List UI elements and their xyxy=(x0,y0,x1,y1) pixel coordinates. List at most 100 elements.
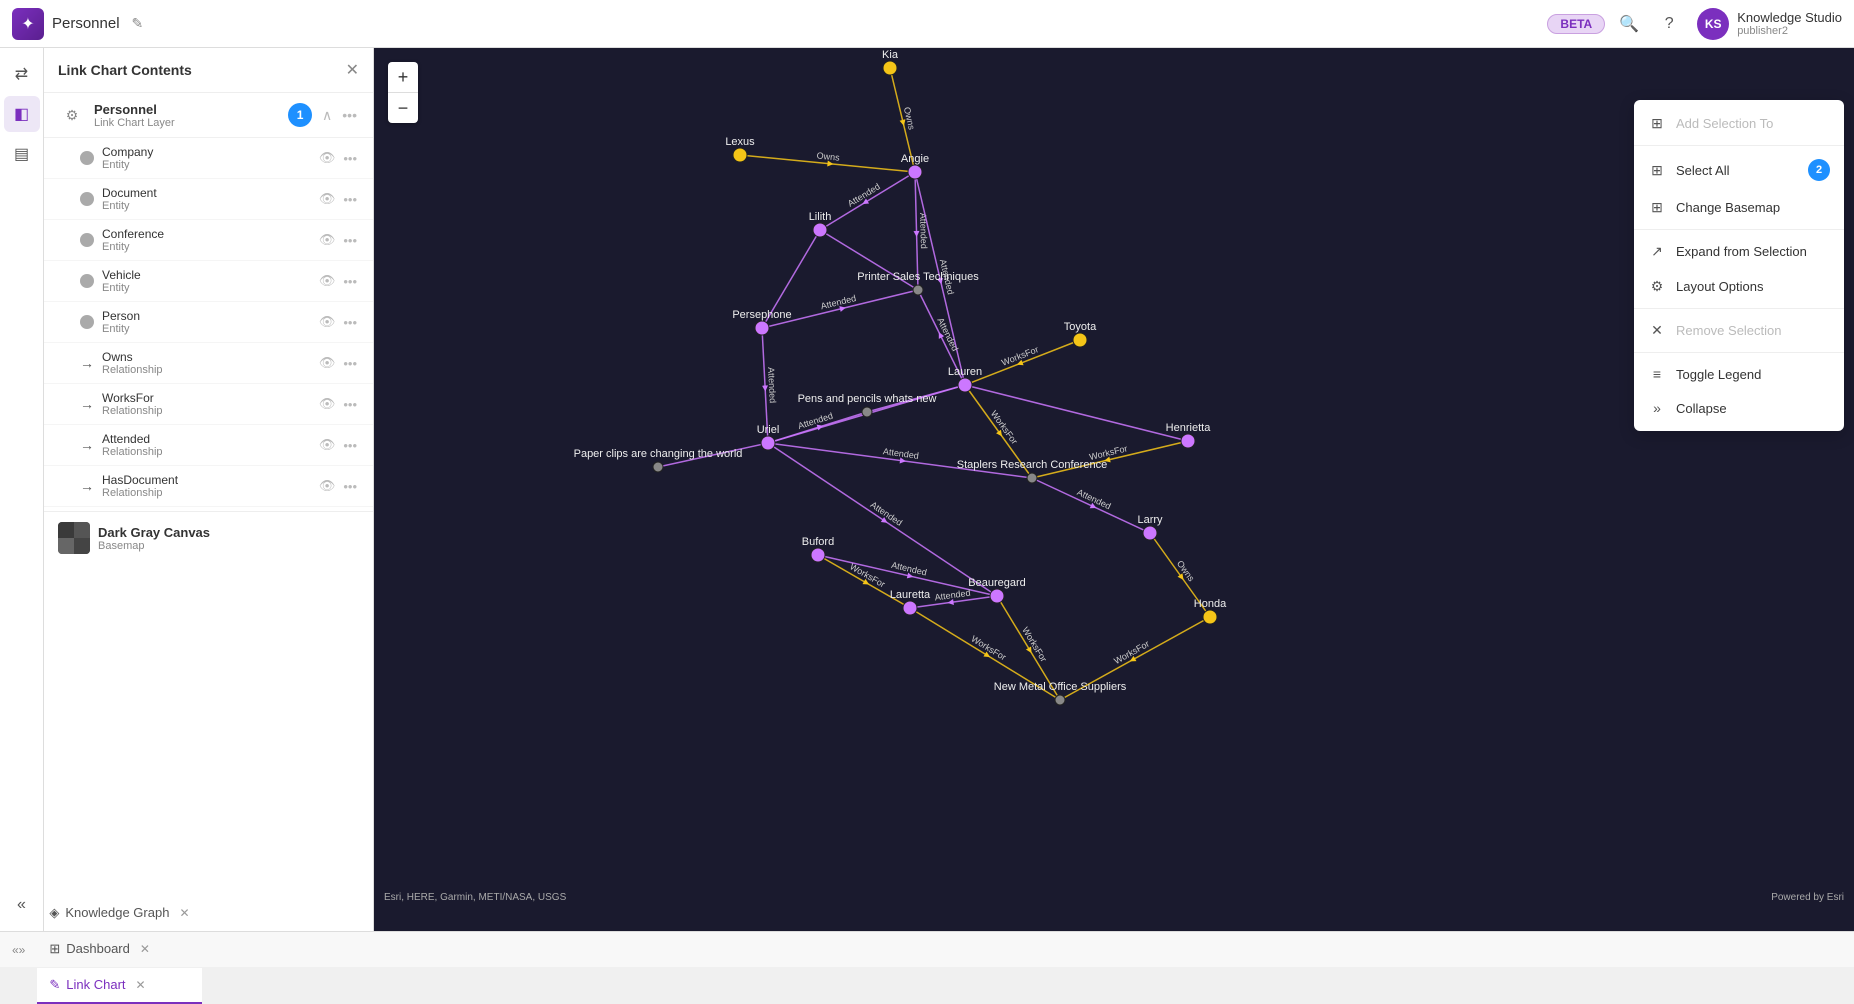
entity-dot-icon xyxy=(80,315,94,329)
menu-item-label: Change Basemap xyxy=(1676,200,1780,215)
entity-visibility-button[interactable]: 👁 xyxy=(317,394,338,414)
zoom-out-button[interactable]: − xyxy=(388,93,418,123)
entity-more-button[interactable]: ••• xyxy=(341,272,359,291)
user-menu[interactable]: KS Knowledge Studio publisher2 xyxy=(1697,8,1842,40)
svg-text:Larry: Larry xyxy=(1137,514,1163,526)
menu-item-remove-selection: ✕ Remove Selection xyxy=(1634,313,1844,348)
search-button[interactable]: 🔍 xyxy=(1613,8,1645,40)
entity-visibility-button[interactable]: 👁 xyxy=(317,435,338,455)
entity-arrow-icon: → xyxy=(80,358,94,368)
map-attribution: Esri, HERE, Garmin, METI/NASA, USGS xyxy=(384,892,566,903)
svg-text:Lauren: Lauren xyxy=(948,366,982,378)
link-chart-canvas: OwnsOwnsAttendedAttendedAttendedAttended… xyxy=(374,48,1854,931)
menu-item-expand-from-selection[interactable]: ↗ Expand from Selection xyxy=(1634,234,1844,269)
tab-close-button[interactable]: ✕ xyxy=(179,906,189,920)
entity-visibility-button[interactable]: 👁 xyxy=(317,271,338,291)
entity-item-hasdocument[interactable]: → HasDocument Relationship 👁 ••• xyxy=(44,466,373,507)
help-button[interactable]: ? xyxy=(1653,8,1685,40)
entity-visibility-button[interactable]: 👁 xyxy=(317,353,338,373)
entity-item-company[interactable]: Company Entity 👁 ••• xyxy=(44,138,373,179)
layer-name: Personnel xyxy=(94,102,280,117)
entity-more-button[interactable]: ••• xyxy=(341,190,359,209)
tab-close-button[interactable]: ✕ xyxy=(140,942,150,956)
entity-more-button[interactable]: ••• xyxy=(341,313,359,332)
entity-item-conference[interactable]: Conference Entity 👁 ••• xyxy=(44,220,373,261)
iconbar-table-button[interactable]: ▤ xyxy=(4,136,40,172)
tabs-expand-button[interactable]: «» xyxy=(8,939,29,961)
svg-text:Henrietta: Henrietta xyxy=(1166,422,1212,434)
zoom-in-button[interactable]: + xyxy=(388,62,418,92)
menu-item-layout-options[interactable]: ⚙ Layout Options xyxy=(1634,269,1844,304)
tab-label: Dashboard xyxy=(66,941,130,956)
menu-item-change-basemap[interactable]: ⊞ Change Basemap xyxy=(1634,190,1844,225)
basemap-name: Dark Gray Canvas xyxy=(98,525,359,540)
layer-more-button[interactable]: ••• xyxy=(340,105,359,125)
tab-dashboard[interactable]: ⊞ Dashboard ✕ xyxy=(37,932,201,968)
iconbar-layers-button[interactable]: ◧ xyxy=(4,96,40,132)
entity-item-owns[interactable]: → Owns Relationship 👁 ••• xyxy=(44,343,373,384)
layer-sub: Link Chart Layer xyxy=(94,117,280,129)
svg-text:Lexus: Lexus xyxy=(725,136,755,148)
edit-title-icon[interactable]: ✎ xyxy=(132,15,144,32)
icon-bar: ⇄ ◧ ▤ « xyxy=(0,48,44,931)
entity-item-attended[interactable]: → Attended Relationship 👁 ••• xyxy=(44,425,373,466)
sidebar-header: Link Chart Contents ✕ xyxy=(44,48,373,93)
svg-text:Angie: Angie xyxy=(901,153,929,165)
layer-collapse-button[interactable]: ∧ xyxy=(320,105,334,126)
entity-visibility-button[interactable]: 👁 xyxy=(317,230,338,250)
entity-visibility-button[interactable]: 👁 xyxy=(317,312,338,332)
iconbar-swap-button[interactable]: ⇄ xyxy=(4,56,40,92)
entity-item-worksfor[interactable]: → WorksFor Relationship 👁 ••• xyxy=(44,384,373,425)
sidebar-close-button[interactable]: ✕ xyxy=(346,60,359,80)
menu-item-icon: ✕ xyxy=(1648,322,1666,339)
entity-visibility-button[interactable]: 👁 xyxy=(317,189,338,209)
layer-icon: ⚙ xyxy=(58,101,86,129)
tabs-container: ◈ Knowledge Graph ✕ ⊞ Dashboard ✕ ✎ Link… xyxy=(37,896,201,1004)
menu-item-toggle-legend[interactable]: ≡ Toggle Legend xyxy=(1634,357,1844,391)
layer-item-personnel[interactable]: ⚙ Personnel Link Chart Layer 1 ∧ ••• xyxy=(44,93,373,138)
menu-item-label: Add Selection To xyxy=(1676,116,1773,131)
basemap-item: Dark Gray Canvas Basemap xyxy=(44,511,373,564)
tab-icon: ◈ xyxy=(49,905,59,921)
iconbar-collapse-button[interactable]: « xyxy=(4,887,40,923)
basemap-thumbnail xyxy=(58,522,90,554)
tab-link-chart[interactable]: ✎ Link Chart ✕ xyxy=(37,968,201,1004)
menu-item-label: Toggle Legend xyxy=(1676,367,1761,382)
svg-text:New Metal Office Suppliers: New Metal Office Suppliers xyxy=(994,681,1127,693)
svg-text:Owns: Owns xyxy=(1175,559,1197,584)
menu-divider xyxy=(1634,145,1844,146)
svg-text:Honda: Honda xyxy=(1194,598,1227,610)
menu-badge: 2 xyxy=(1808,159,1830,181)
entity-more-button[interactable]: ••• xyxy=(341,354,359,373)
menu-item-add-selection-to: ⊞ Add Selection To xyxy=(1634,106,1844,141)
entity-dot-icon xyxy=(80,151,94,165)
entity-more-button[interactable]: ••• xyxy=(341,149,359,168)
svg-text:Buford: Buford xyxy=(802,536,834,548)
tab-close-button[interactable]: ✕ xyxy=(136,978,146,992)
entity-more-button[interactable]: ••• xyxy=(341,477,359,496)
app-title: Personnel xyxy=(52,15,120,32)
menu-item-collapse[interactable]: » Collapse xyxy=(1634,391,1844,425)
entity-visibility-button[interactable]: 👁 xyxy=(317,148,338,168)
svg-text:Uriel: Uriel xyxy=(757,424,780,436)
menu-item-select-all[interactable]: ⊞ Select All 2 xyxy=(1634,150,1844,190)
topbar: ✦ Personnel ✎ BETA 🔍 ? KS Knowledge Stud… xyxy=(0,0,1854,48)
sidebar-title: Link Chart Contents xyxy=(58,62,346,78)
tab-knowledge-graph[interactable]: ◈ Knowledge Graph ✕ xyxy=(37,896,201,932)
menu-item-icon: ≡ xyxy=(1648,366,1666,382)
entity-dot-icon xyxy=(80,233,94,247)
tab-label: Knowledge Graph xyxy=(65,905,169,920)
basemap-sub: Basemap xyxy=(98,540,359,552)
map-attribution-right: Powered by Esri xyxy=(1771,892,1844,903)
menu-divider xyxy=(1634,229,1844,230)
entity-item-person[interactable]: Person Entity 👁 ••• xyxy=(44,302,373,343)
menu-item-label: Select All xyxy=(1676,163,1729,178)
entity-item-document[interactable]: Document Entity 👁 ••• xyxy=(44,179,373,220)
entity-visibility-button[interactable]: 👁 xyxy=(317,476,338,496)
entity-more-button[interactable]: ••• xyxy=(341,436,359,455)
svg-text:Lauretta: Lauretta xyxy=(890,589,931,601)
entity-item-vehicle[interactable]: Vehicle Entity 👁 ••• xyxy=(44,261,373,302)
entity-more-button[interactable]: ••• xyxy=(341,231,359,250)
svg-text:Kia: Kia xyxy=(882,49,899,61)
entity-more-button[interactable]: ••• xyxy=(341,395,359,414)
